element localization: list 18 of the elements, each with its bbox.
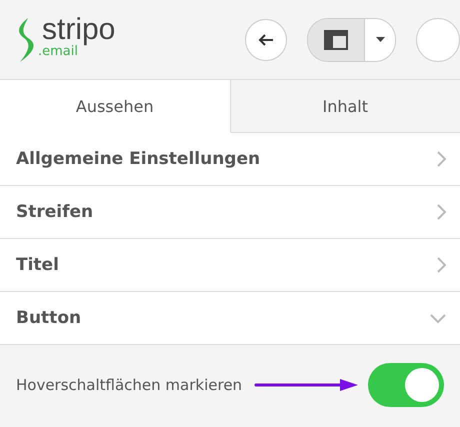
section-row[interactable]: Streifen [0, 186, 460, 239]
section-row[interactable]: Allgemeine Einstellungen [0, 133, 460, 186]
logo-domain: .email [38, 45, 78, 58]
layout-dropdown-button[interactable] [307, 18, 396, 62]
layout-icon [324, 30, 348, 50]
left-arrow-icon [258, 32, 274, 46]
toggle-switch[interactable] [368, 363, 444, 407]
section-title: Button [16, 308, 82, 328]
logo-wordmark: stripo [42, 15, 116, 45]
section-title: Streifen [16, 202, 94, 222]
section-title: Allgemeine Einstellungen [16, 149, 260, 169]
section-row[interactable]: Titel [0, 239, 460, 292]
tab[interactable]: Aussehen [0, 80, 230, 133]
back-button[interactable] [245, 18, 287, 60]
caret-icon [376, 37, 384, 42]
section-row[interactable]: Button [0, 292, 460, 345]
section-title: Titel [16, 255, 59, 275]
setting-label: Hoverschaltflächen markieren [16, 376, 242, 394]
